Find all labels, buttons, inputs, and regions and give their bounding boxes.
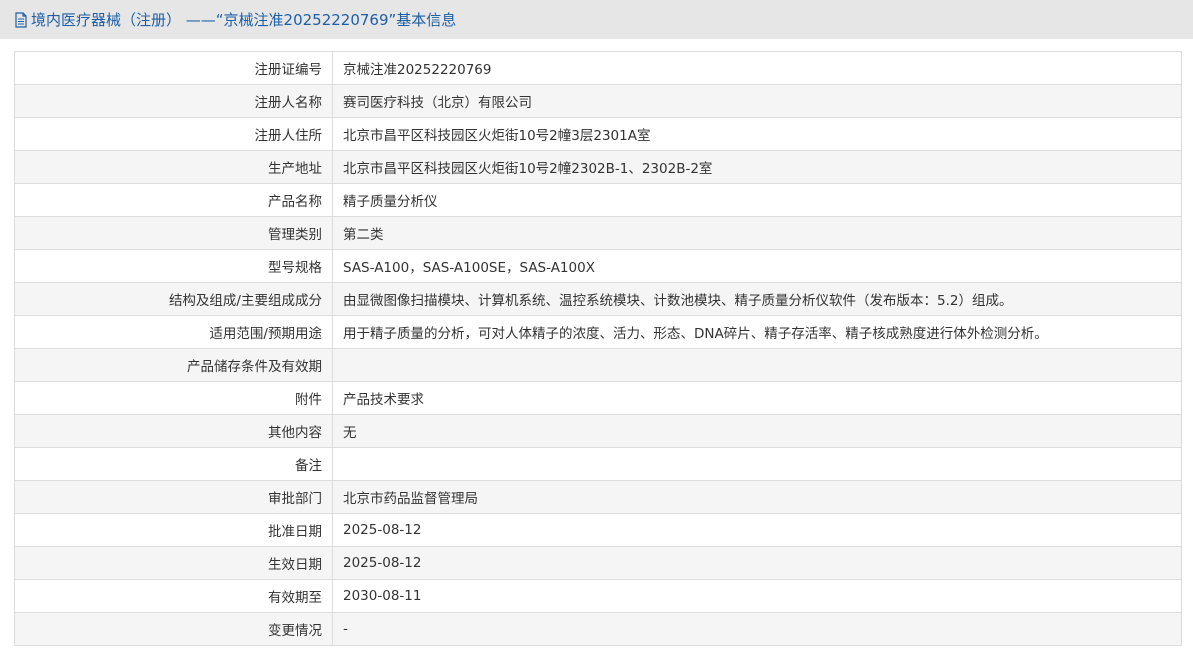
table-row: 有效期至 2030-08-11: [14, 579, 1182, 613]
field-label: 产品名称: [14, 183, 333, 217]
field-value: 北京市昌平区科技园区火炬街10号2幢2302B-1、2302B-2室: [332, 150, 1182, 184]
field-value: 由显微图像扫描模块、计算机系统、温控系统模块、计数池模块、精子质量分析仪软件（发…: [332, 282, 1182, 316]
page-header: 境内医疗器械（注册） ——“京械注准20252220769”基本信息: [0, 0, 1193, 39]
table-row: 生产地址 北京市昌平区科技园区火炬街10号2幢2302B-1、2302B-2室: [14, 150, 1182, 184]
field-label: 注册证编号: [14, 51, 333, 85]
table-row: 备注: [14, 447, 1182, 481]
field-value: 北京市药品监督管理局: [332, 480, 1182, 514]
table-row: 产品储存条件及有效期: [14, 348, 1182, 382]
field-value: [332, 348, 1182, 382]
device-info-table: 注册证编号 京械注准20252220769 注册人名称 赛司医疗科技（北京）有限公司注…: [14, 51, 1182, 646]
field-label: 管理类别: [14, 216, 333, 250]
field-label: 备注: [14, 447, 333, 481]
field-label: 有效期至: [14, 579, 333, 613]
table-row: 其他内容无: [14, 414, 1182, 448]
field-label: 生效日期: [14, 546, 333, 580]
table-row: 结构及组成/主要组成成分 由显微图像扫描模块、计算机系统、温控系统模块、计数池模块…: [14, 282, 1182, 316]
field-value: 精子质量分析仪: [332, 183, 1182, 217]
page-title: 境内医疗器械（注册） ——“京械注准20252220769”基本信息: [31, 11, 457, 29]
field-value: 2025-08-12: [332, 513, 1182, 547]
table-row: 产品名称 精子质量分析仪: [14, 183, 1182, 217]
table-row: 型号规格 SAS-A100，SAS-A100SE，SAS-A100X: [14, 249, 1182, 283]
field-value: 赛司医疗科技（北京）有限公司: [332, 84, 1182, 118]
field-value: 产品技术要求: [332, 381, 1182, 415]
field-value: 无: [332, 414, 1182, 448]
field-label: 变更情况: [14, 612, 333, 646]
field-label: 产品储存条件及有效期: [14, 348, 333, 382]
field-label: 适用范围/预期用途: [14, 315, 333, 349]
field-value: 2025-08-12: [332, 546, 1182, 580]
table-row: 注册人名称 赛司医疗科技（北京）有限公司: [14, 84, 1182, 118]
field-value: [332, 447, 1182, 481]
field-value: SAS-A100，SAS-A100SE，SAS-A100X: [332, 249, 1182, 283]
field-label: 注册人住所: [14, 117, 333, 151]
field-label: 结构及组成/主要组成成分: [14, 282, 333, 316]
field-value: 北京市昌平区科技园区火炬街10号2幢3层2301A室: [332, 117, 1182, 151]
field-value: 用于精子质量的分析，可对人体精子的浓度、活力、形态、DNA碎片、精子存活率、精子…: [332, 315, 1182, 349]
table-row: 审批部门 北京市药品监督管理局: [14, 480, 1182, 514]
field-label: 生产地址: [14, 150, 333, 184]
table-row: 适用范围/预期用途 用于精子质量的分析，可对人体精子的浓度、活力、形态、DNA碎片…: [14, 315, 1182, 349]
table-row: 附件 产品技术要求: [14, 381, 1182, 415]
document-icon: [15, 11, 27, 28]
field-label: 注册人名称: [14, 84, 333, 118]
field-label: 其他内容: [14, 414, 333, 448]
field-label: 批准日期: [14, 513, 333, 547]
table-row: 注册人住所 北京市昌平区科技园区火炬街10号2幢3层2301A室: [14, 117, 1182, 151]
table-row: 注册证编号 京械注准20252220769: [14, 51, 1182, 85]
field-value: -: [332, 612, 1182, 646]
field-value: 京械注准20252220769: [332, 51, 1182, 85]
field-label: 附件: [14, 381, 333, 415]
table-row: 管理类别 第二类: [14, 216, 1182, 250]
field-label: 审批部门: [14, 480, 333, 514]
table-row: 生效日期 2025-08-12: [14, 546, 1182, 580]
table-row: 变更情况 -: [14, 612, 1182, 646]
field-value: 2030-08-11: [332, 579, 1182, 613]
table-row: 批准日期 2025-08-12: [14, 513, 1182, 547]
field-label: 型号规格: [14, 249, 333, 283]
field-value: 第二类: [332, 216, 1182, 250]
